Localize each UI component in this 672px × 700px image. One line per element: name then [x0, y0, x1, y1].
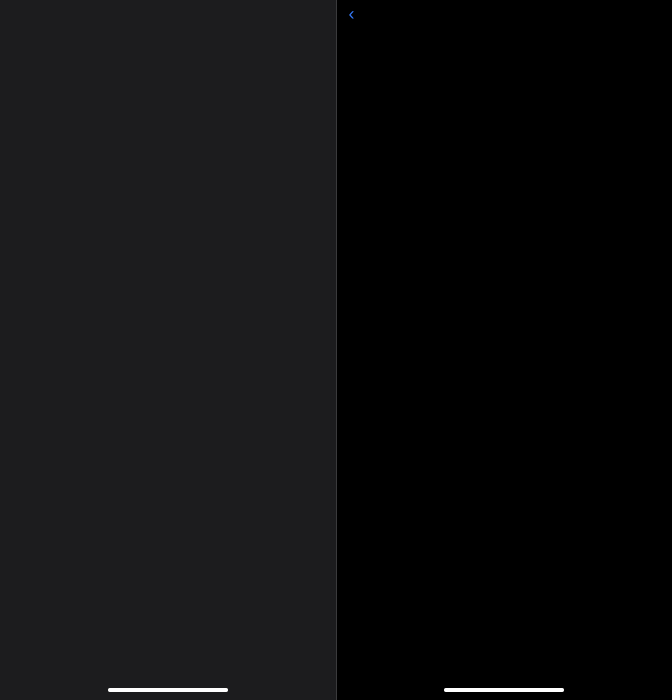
settings-list [0, 26, 336, 680]
right-panel: ‹ [337, 0, 672, 700]
back-chevron-icon: ‹ [349, 4, 355, 25]
left-panel-title [0, 0, 336, 26]
right-list [337, 24, 672, 680]
right-bottom-bar [444, 688, 564, 692]
left-panel [0, 0, 336, 700]
back-button[interactable]: ‹ [349, 4, 357, 25]
left-bottom-bar [108, 688, 228, 692]
right-header: ‹ [337, 0, 672, 24]
